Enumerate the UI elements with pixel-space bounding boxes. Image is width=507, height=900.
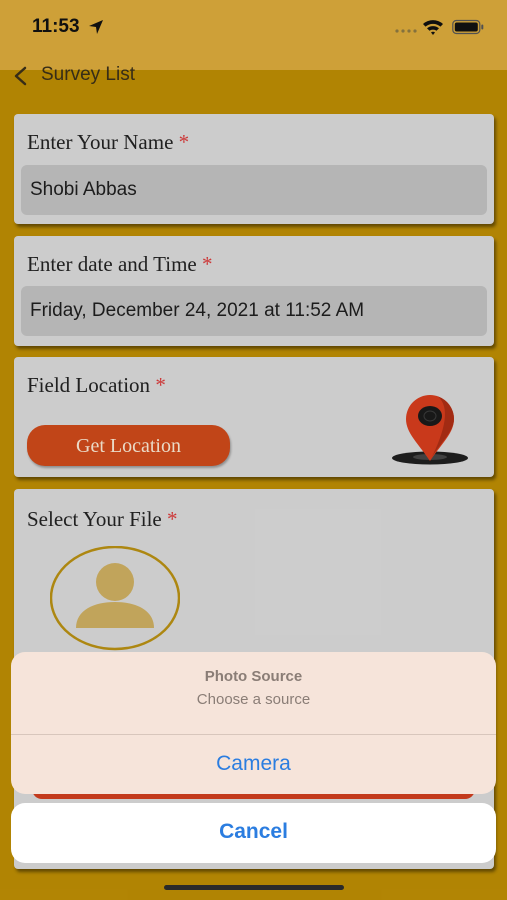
photo-source-sheet: Photo Source Choose a source Camera bbox=[11, 652, 496, 794]
home-indicator[interactable] bbox=[164, 885, 344, 890]
sheet-title: Photo Source bbox=[204, 668, 303, 685]
camera-button[interactable]: Camera bbox=[11, 735, 496, 794]
cancel-button[interactable]: Cancel bbox=[11, 803, 496, 863]
sheet-message: Choose a source bbox=[196, 691, 311, 708]
